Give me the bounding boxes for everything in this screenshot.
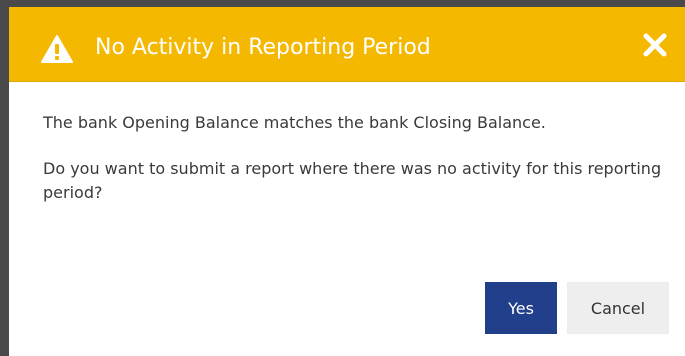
yes-button[interactable]: Yes <box>485 282 557 334</box>
balance-match-message: The bank Opening Balance matches the ban… <box>43 113 546 132</box>
close-x-icon[interactable] <box>641 31 669 59</box>
page: No Activity in Reporting Period The bank… <box>0 0 685 356</box>
cancel-button[interactable]: Cancel <box>567 282 669 334</box>
dialog-body: The bank Opening Balance matches the ban… <box>43 111 663 205</box>
background-frame-top <box>0 0 685 7</box>
warning-triangle-icon <box>41 35 73 63</box>
dialog-title: No Activity in Reporting Period <box>95 35 431 60</box>
no-activity-dialog: No Activity in Reporting Period The bank… <box>9 7 685 356</box>
background-frame-left <box>0 0 9 356</box>
confirmation-question: Do you want to submit a report where the… <box>43 159 662 202</box>
dialog-header: No Activity in Reporting Period <box>9 7 685 82</box>
